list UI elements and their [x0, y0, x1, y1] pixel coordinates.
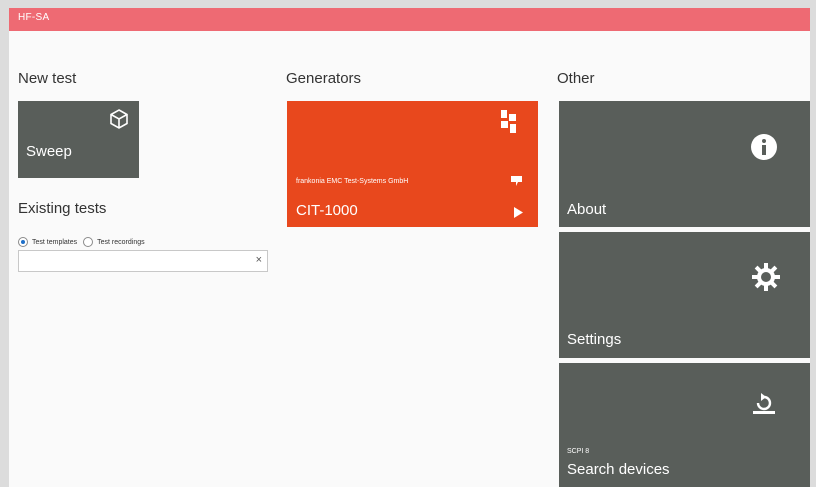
existing-tests-heading: Existing tests: [18, 200, 107, 217]
about-tile[interactable]: About: [559, 101, 810, 227]
app-title: HF-SA: [18, 12, 50, 23]
radio-test-recordings-label[interactable]: Test recordings: [97, 239, 144, 246]
radio-test-recordings[interactable]: [83, 237, 94, 247]
settings-label: Settings: [567, 331, 622, 348]
generators-heading: Generators: [286, 70, 362, 87]
clear-icon[interactable]: ×: [256, 254, 262, 266]
search-devices-label: Search devices: [567, 461, 670, 478]
app-window: HF-SA New test Sweep Existing tests Test…: [9, 8, 810, 487]
test-search-input[interactable]: ×: [18, 250, 268, 272]
test-type-radio-group: Test templates Test recordings: [18, 235, 151, 249]
sweep-tile[interactable]: Sweep: [18, 101, 139, 178]
settings-tile[interactable]: Settings: [559, 232, 810, 358]
new-test-heading: New test: [18, 70, 77, 87]
gear-icon: [752, 263, 780, 291]
sweep-label: Sweep: [26, 143, 72, 160]
generator-tile-cit-1000[interactable]: frankonia EMC Test-Systems GmbH CIT-1000: [287, 101, 538, 227]
radio-test-templates[interactable]: [18, 237, 28, 247]
cube-icon: [110, 109, 128, 129]
connection-icon: [511, 176, 522, 186]
search-devices-icon: [753, 393, 775, 414]
info-icon: [751, 134, 777, 160]
play-icon[interactable]: [513, 206, 524, 219]
title-bar: HF-SA: [9, 8, 810, 31]
generator-name: CIT-1000: [296, 202, 358, 219]
generator-manufacturer: frankonia EMC Test-Systems GmbH: [296, 178, 409, 185]
device-icon: [501, 110, 516, 133]
radio-test-templates-label[interactable]: Test templates: [32, 239, 77, 246]
about-label: About: [567, 201, 607, 218]
search-devices-sublabel: SCPI 8: [567, 448, 590, 455]
search-devices-tile[interactable]: SCPI 8 Search devices: [559, 363, 810, 487]
other-heading: Other: [557, 70, 595, 87]
